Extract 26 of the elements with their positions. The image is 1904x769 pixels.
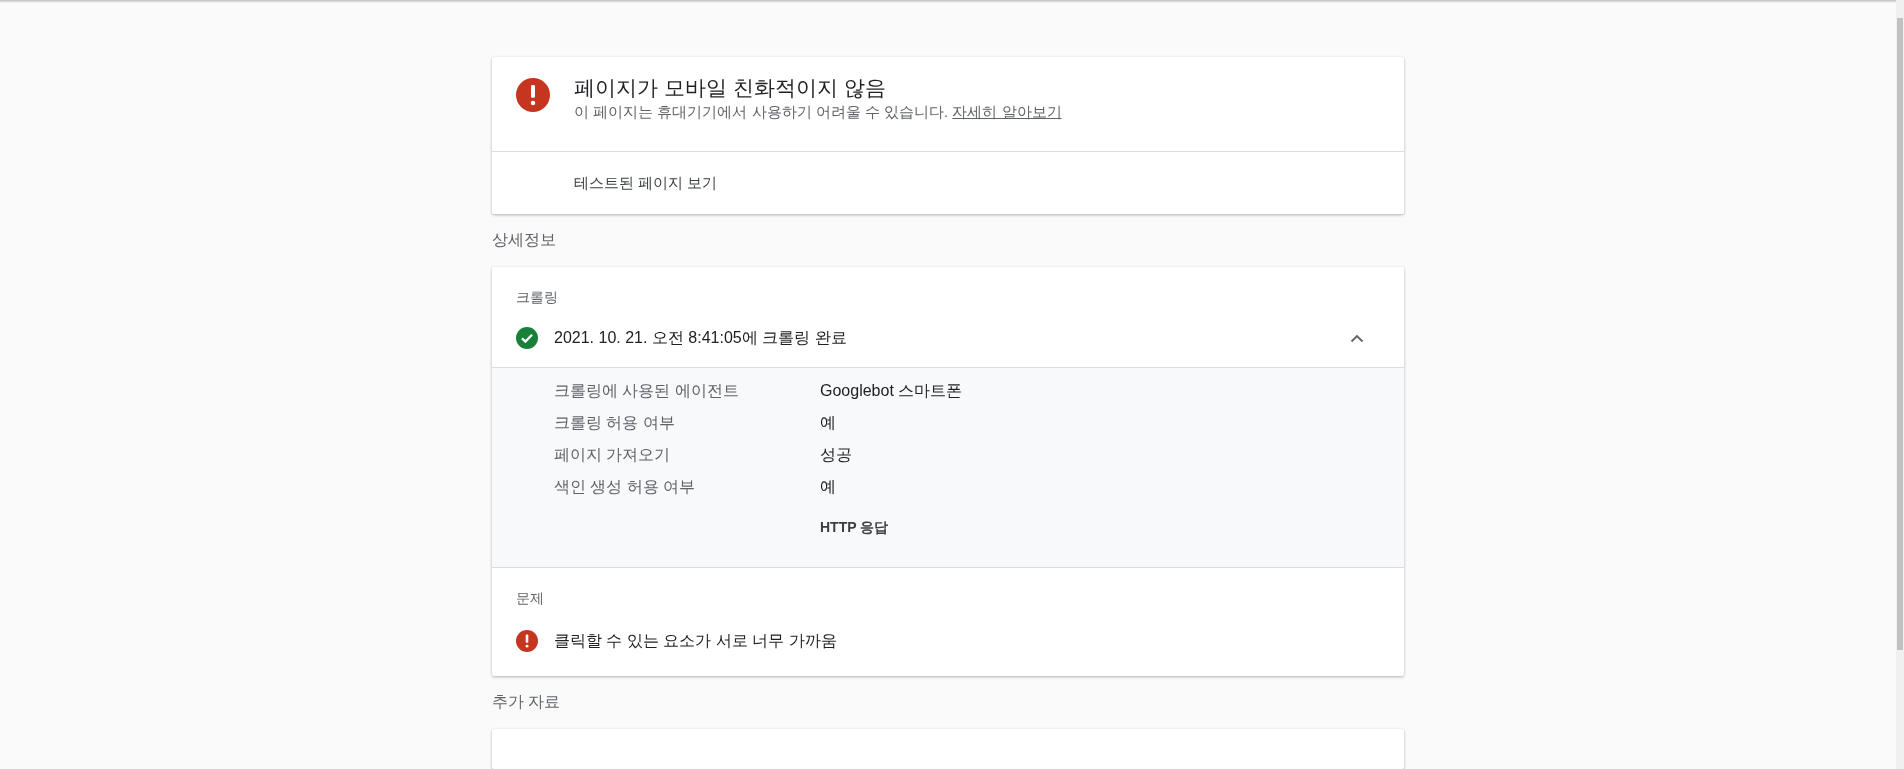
error-icon <box>516 630 538 652</box>
section-heading: 상세정보 <box>492 230 557 250</box>
http-response-heading: HTTP 응답 <box>820 519 889 535</box>
section-heading: 추가 자료 <box>492 692 562 712</box>
chevron-up-icon[interactable] <box>1350 333 1364 343</box>
detail-value: 성공 <box>820 445 853 465</box>
crawl-heading: 크롤링 <box>516 289 559 307</box>
issue-text: 클릭할 수 있는 요소가 서로 너무 가까움 <box>554 630 837 651</box>
error-icon <box>516 78 550 112</box>
detail-label: 크롤링에 사용된 에이전트 <box>554 381 740 401</box>
scrollbar-thumb[interactable] <box>1897 18 1903 650</box>
scrollbar[interactable] <box>1896 0 1904 769</box>
detail-label: 색인 생성 허용 여부 <box>554 477 697 497</box>
verdict-description: 이 페이지는 휴대기기에서 사용하기 어려울 수 있습니다. <box>574 103 949 120</box>
issues-heading: 문제 <box>516 590 545 608</box>
detail-label: 페이지 가져오기 <box>554 445 672 465</box>
check-circle-icon <box>516 327 538 349</box>
crawl-summary: 2021. 10. 21. 오전 8:41:05에 크롤링 완료 <box>554 327 847 348</box>
view-tested-page-link[interactable]: 테스트된 페이지 보기 <box>574 173 718 193</box>
detail-value: 예 <box>820 477 837 497</box>
crawl-summary-row[interactable]: 2021. 10. 21. 오전 8:41:05에 크롤링 완료 <box>516 309 1380 367</box>
verdict-title: 페이지가 모바일 친화적이지 않음 <box>574 75 887 101</box>
learn-more-link[interactable]: 자세히 알아보기 <box>952 103 1062 120</box>
detail-label: 크롤링 허용 여부 <box>554 413 676 433</box>
detail-value: Googlebot 스마트폰 <box>820 381 963 401</box>
detail-value: 예 <box>820 413 837 433</box>
